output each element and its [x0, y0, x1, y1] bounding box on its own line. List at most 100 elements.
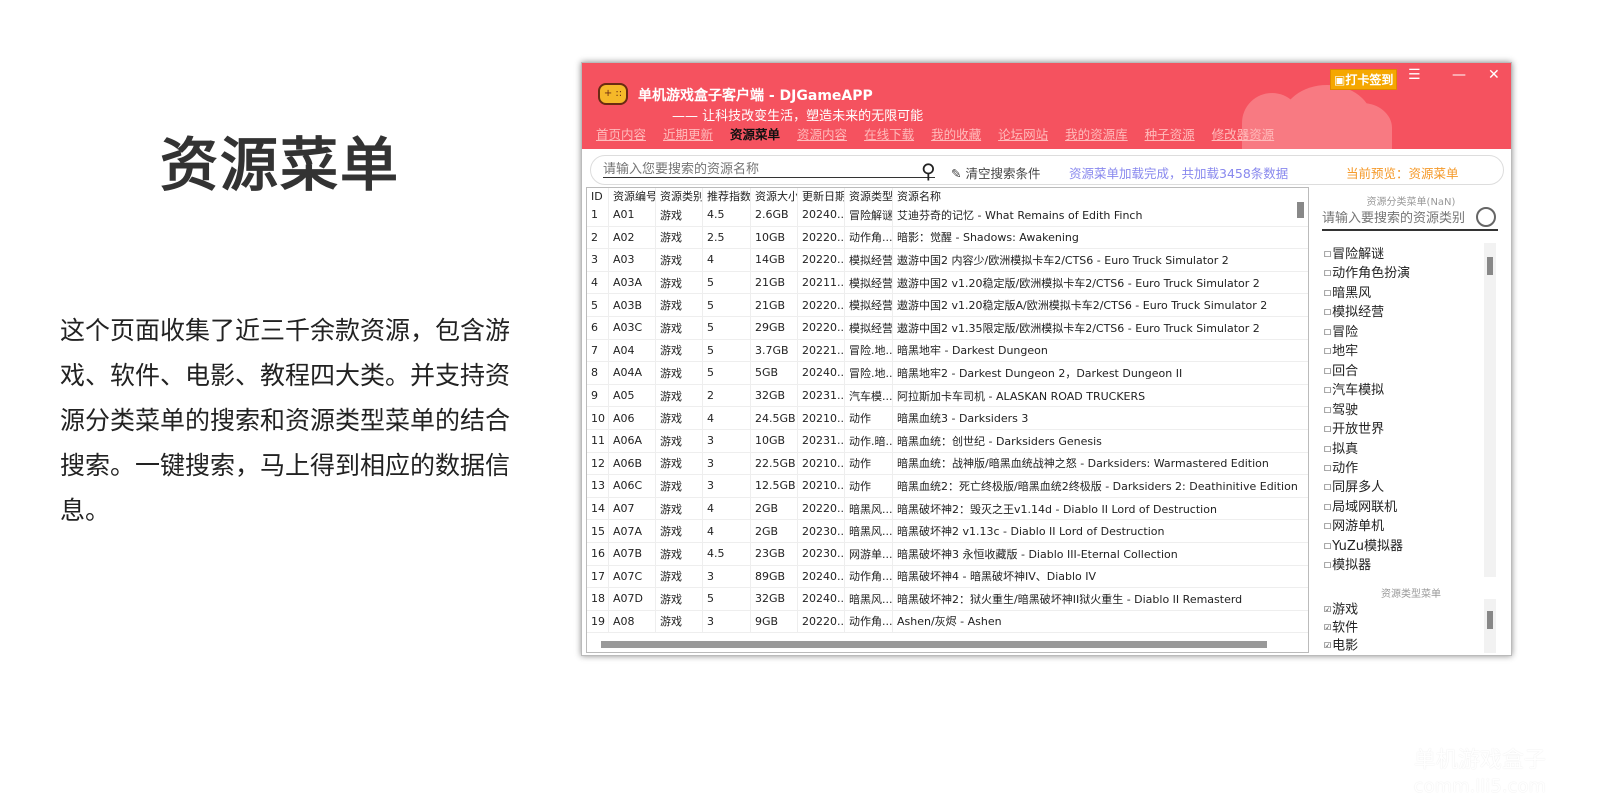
column-header[interactable]: 更新日期 [798, 188, 845, 204]
category-item[interactable]: ☐YuZu模拟器 [1324, 537, 1484, 556]
table-row[interactable]: 15 A07A 游戏 4 2GB 20230... 暗黑风... 暗黑破坏神2 v1.13c … [587, 520, 1308, 543]
close-button[interactable]: ✕ [1488, 67, 1500, 83]
table-row[interactable]: 19 A08 游戏 3 9GB 20220... 动作角... Ashen/灰烬 - Ashe… [587, 610, 1308, 634]
category-item[interactable]: ☐同屏多人 [1324, 478, 1484, 497]
nav-tab[interactable]: 修改器资源 [1212, 124, 1275, 143]
menu-icon[interactable]: ☰ [1408, 67, 1421, 83]
nav-tab[interactable]: 资源菜单 [730, 124, 780, 143]
nav-tab[interactable]: 我的资源库 [1065, 124, 1128, 143]
table-row[interactable]: 11 A06A 游戏 3 10GB 20231... 动作.暗... 暗黑血统：创世纪 - D… [587, 429, 1308, 453]
table-cell: 10GB [751, 226, 798, 249]
table-row[interactable]: 6 A03C 游戏 5 29GB 20220... 模拟经营 遨游中国2 v1.35限定版/欧… [587, 316, 1308, 340]
nav-tab[interactable]: 论坛网站 [998, 124, 1048, 143]
category-item[interactable]: ☐回合 [1324, 362, 1484, 381]
category-label: 汽车模拟 [1332, 383, 1385, 399]
column-header[interactable]: 资源类型 [845, 188, 893, 204]
checkbox-icon[interactable]: ☐ [1324, 289, 1331, 298]
category-item[interactable]: ☐网游单机 [1324, 517, 1484, 536]
checkbox-icon[interactable]: ☐ [1324, 522, 1331, 531]
checkbox-icon[interactable]: ☑ [1324, 641, 1331, 650]
category-item[interactable]: ☐动作 [1324, 459, 1484, 478]
category-search-input[interactable] [1322, 211, 1498, 231]
column-header[interactable]: 资源大小 [751, 188, 798, 204]
category-item[interactable]: ☐模拟器 [1324, 556, 1484, 575]
table-row[interactable]: 17 A07C 游戏 3 89GB 20240... 动作角... 暗黑破坏神4 - 暗黑破坏… [587, 565, 1308, 589]
checkbox-icon[interactable]: ☐ [1324, 464, 1331, 473]
checkbox-icon[interactable]: ☐ [1324, 269, 1331, 278]
category-item[interactable]: ☐驾驶 [1324, 401, 1484, 420]
category-item[interactable]: ☐汽车模拟 [1324, 381, 1484, 400]
checkbox-icon[interactable]: ☑ [1324, 605, 1331, 614]
table-row[interactable]: 16 A07B 游戏 4.5 23GB 20230... 网游单... 暗黑破坏神3 永恒收藏… [587, 542, 1308, 566]
search-icon[interactable]: ⚲ [921, 159, 936, 183]
checkbox-icon[interactable]: ☐ [1324, 503, 1331, 512]
nav-tab[interactable]: 我的收藏 [931, 124, 981, 143]
table-row[interactable]: 1 A01 游戏 4.5 2.6GB 20240... 冒险解谜 艾迪芬奇的记忆 - What… [587, 204, 1308, 227]
column-header[interactable]: ID [587, 188, 609, 204]
table-row[interactable]: 9 A05 游戏 2 32GB 20231... 汽车模... 阿拉斯加卡车司机 - ALAS… [587, 384, 1308, 408]
column-header[interactable]: 推荐指数 [703, 188, 751, 204]
table-cell: 动作 [845, 452, 893, 475]
column-header[interactable]: 资源类别 [656, 188, 703, 204]
table-cell: 4.5 [703, 204, 751, 226]
type-scrollbar[interactable] [1484, 599, 1496, 653]
checkbox-icon[interactable]: ☐ [1324, 445, 1331, 454]
checkbox-icon[interactable]: ☐ [1324, 386, 1331, 395]
checkbox-icon[interactable]: ☑ [1324, 623, 1331, 632]
category-item[interactable]: ☐冒险 [1324, 323, 1484, 342]
category-item[interactable]: ☐动作角色扮演 [1324, 264, 1484, 283]
clear-search-button[interactable]: ✎ 清空搜索条件 [951, 163, 1040, 182]
category-item[interactable]: ☐局域网联机 [1324, 498, 1484, 517]
checkbox-icon[interactable]: ☐ [1324, 425, 1331, 434]
type-item[interactable]: ☑软件 [1324, 619, 1484, 637]
table-row[interactable]: 4 A03A 游戏 5 21GB 20211... 模拟经营 遨游中国2 v1.20稳定版/欧… [587, 271, 1308, 295]
checkbox-icon[interactable]: ☐ [1324, 542, 1331, 551]
table-row[interactable]: 10 A06 游戏 4 24.5GB 20210... 动作 暗黑血统3 - Darkside… [587, 407, 1308, 430]
nav-tab[interactable]: 首页内容 [596, 124, 646, 143]
nav-tab[interactable]: 近期更新 [663, 124, 713, 143]
table-cell: 89GB [751, 565, 798, 588]
category-item[interactable]: ☐拟真 [1324, 440, 1484, 459]
table-row[interactable]: 7 A04 游戏 5 3.7GB 20221... 冒险.地... 暗黑地牢 - Darkes… [587, 339, 1308, 363]
category-label: 动作角色扮演 [1332, 266, 1411, 282]
checkbox-icon[interactable]: ☐ [1324, 561, 1331, 570]
table-cell: 20220... [798, 249, 845, 271]
type-item[interactable]: ☑电影 [1324, 637, 1484, 655]
nav-tab[interactable]: 种子资源 [1145, 124, 1195, 143]
column-header[interactable]: 资源编号 [609, 188, 656, 204]
column-header[interactable]: 资源名称 [893, 188, 1308, 204]
table-row[interactable]: 2 A02 游戏 2.5 10GB 20220... 动作角... 暗影：觉醒 - Shado… [587, 226, 1308, 250]
nav-tab[interactable]: 在线下载 [864, 124, 914, 143]
checkin-button[interactable]: ▣打卡签到 [1330, 69, 1398, 90]
checkbox-icon[interactable]: ☐ [1324, 406, 1331, 415]
table-row[interactable]: 3 A03 游戏 4 14GB 20220... 模拟经营 遨游中国2 内容少/欧洲模拟卡车2… [587, 249, 1308, 272]
table-cell: 暗影：觉醒 - Shadows: Awakening [893, 227, 1308, 249]
category-scrollbar[interactable] [1484, 243, 1496, 577]
minimize-button[interactable]: — [1452, 67, 1466, 83]
category-item[interactable]: ☐模拟经营 [1324, 303, 1484, 322]
table-row[interactable]: 13 A06C 游戏 3 12.5GB 20210... 动作 暗黑血统2：死亡终极版/暗黑血… [587, 475, 1308, 498]
category-item[interactable]: ☐暗黑风 [1324, 284, 1484, 303]
type-item[interactable]: ☑游戏 [1324, 601, 1484, 619]
category-item[interactable]: ☐地牢 [1324, 342, 1484, 361]
category-search-icon[interactable] [1476, 207, 1496, 227]
table-cell: 3 [703, 429, 751, 452]
checkbox-icon[interactable]: ☐ [1324, 328, 1331, 337]
nav-tab[interactable]: 资源内容 [797, 124, 847, 143]
category-item[interactable]: ☐开放世界 [1324, 420, 1484, 439]
checkbox-icon[interactable]: ☐ [1324, 308, 1331, 317]
table-row[interactable]: 18 A07D 游戏 5 32GB 20240... 暗黑风... 暗黑破坏神2：狱火重生/暗… [587, 588, 1308, 611]
checkbox-icon[interactable]: ☐ [1324, 367, 1331, 376]
table-row[interactable]: 5 A03B 游戏 5 21GB 20220... 模拟经营 遨游中国2 v1.20稳定版A/… [587, 294, 1308, 317]
category-item[interactable]: ☐冒险解谜 [1324, 245, 1484, 264]
table-row[interactable]: 14 A07 游戏 4 2GB 20220... 暗黑风... 暗黑破坏神2：毁灭之王v1.1… [587, 497, 1308, 521]
table-row[interactable]: 12 A06B 游戏 3 22.5GB 20210... 动作 暗黑血统：战神版/暗黑血统战神… [587, 452, 1308, 476]
search-input[interactable] [603, 162, 935, 178]
table-row[interactable]: 8 A04A 游戏 5 5GB 20240... 冒险.地... 暗黑地牢2 - Darkes… [587, 362, 1308, 385]
table-vertical-scrollbar[interactable] [1297, 202, 1304, 218]
checkbox-icon[interactable]: ☐ [1324, 347, 1331, 356]
checkbox-icon[interactable]: ☐ [1324, 483, 1331, 492]
table-horizontal-scrollbar[interactable] [601, 641, 1267, 648]
table-cell: A06 [609, 407, 656, 429]
checkbox-icon[interactable]: ☐ [1324, 250, 1331, 259]
